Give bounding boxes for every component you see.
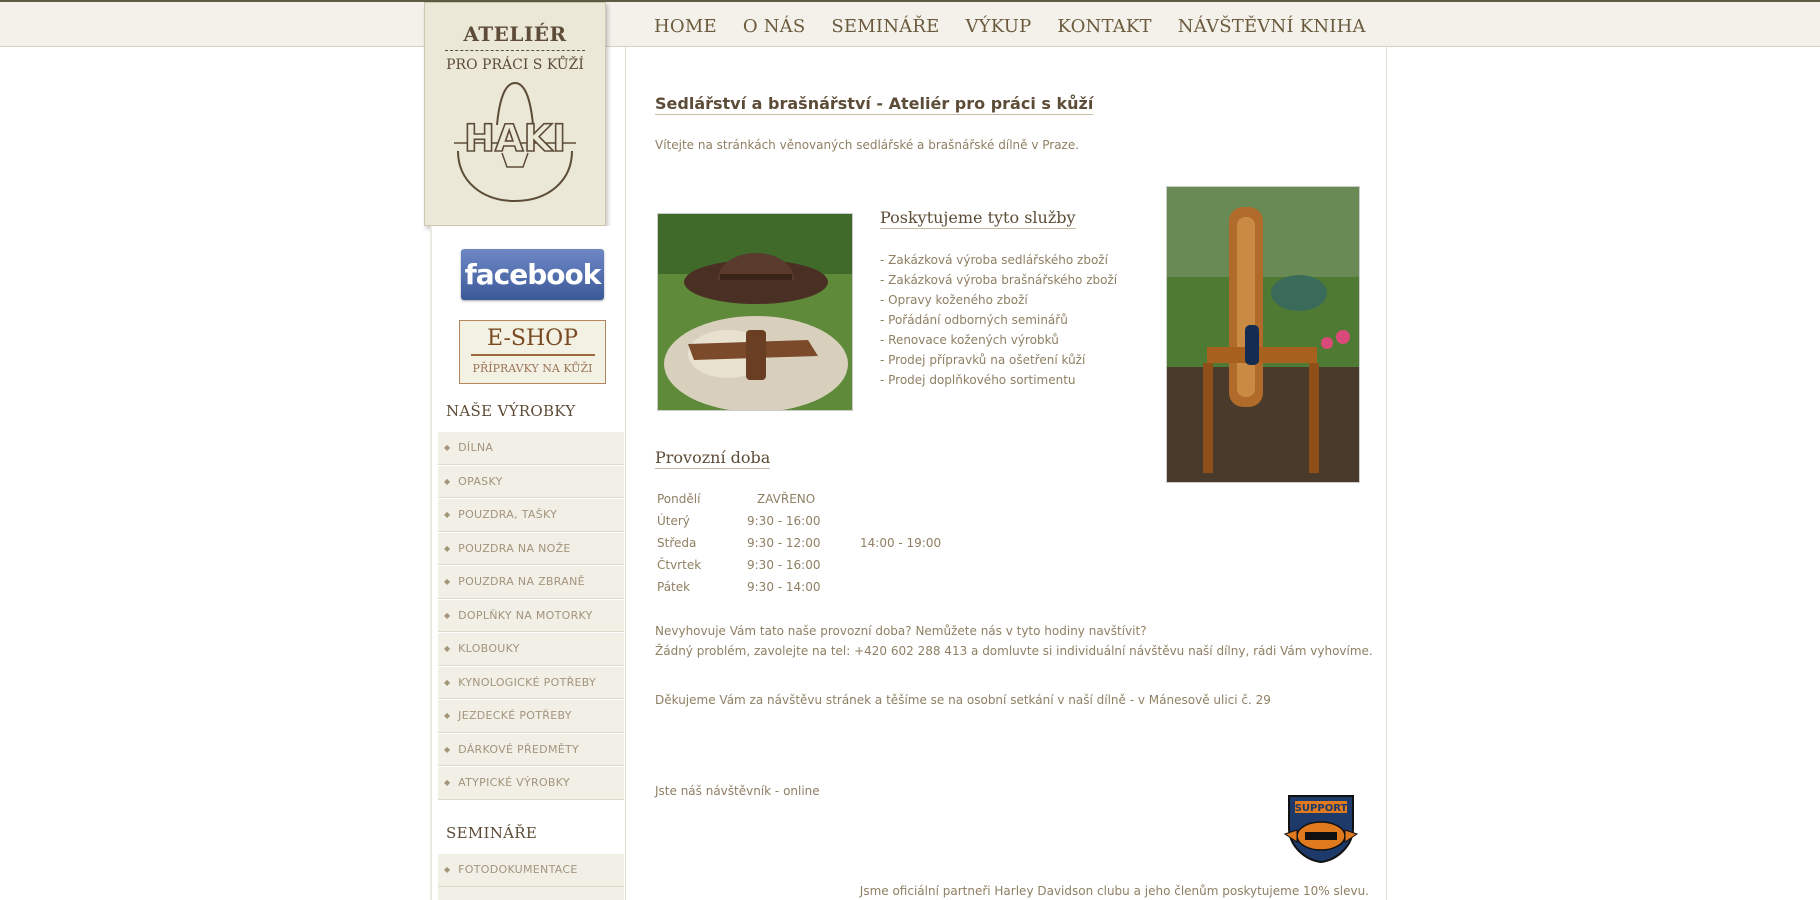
bullet-icon: ◆	[444, 644, 451, 654]
visitor-counter-text: Jste náš návštěvník - online	[655, 784, 820, 798]
intro-text: Vítejte na stránkách věnovaných sedlářsk…	[655, 138, 1080, 152]
service-item: - Opravy koženého zboží	[880, 293, 1028, 307]
nav-guestbook[interactable]: NÁVŠTĚVNÍ KNIHA	[1178, 16, 1366, 37]
bullet-icon: ◆	[444, 510, 451, 520]
menu-item-pouzdra-tasky[interactable]: ◆ POUZDRA, TAŠKY	[438, 498, 624, 532]
menu-item-klobouky[interactable]: ◆ KLOBOUKY	[438, 632, 624, 666]
hours-time: 9:30 - 16:00	[747, 558, 821, 572]
hours-day: Středa	[657, 536, 697, 550]
bullet-icon: ◆	[444, 543, 451, 553]
service-item: - Prodej doplňkového sortimentu	[880, 373, 1076, 387]
menu-item-darkove-predmety[interactable]: ◆ DÁRKOVÉ PŘEDMĚTY	[438, 732, 624, 766]
nav-seminars[interactable]: SEMINÁŘE	[831, 16, 939, 37]
haki-emblem-icon: HAKI	[454, 82, 576, 203]
svg-text:SUPPORT: SUPPORT	[1295, 803, 1348, 814]
service-item: - Renovace kožených výrobků	[880, 333, 1059, 347]
seminars-menu: ◆ FOTODOKUMENTACE	[438, 853, 624, 900]
hat-holster-image	[658, 214, 852, 410]
menu-item-pouzdra-na-zbrane[interactable]: ◆ POUZDRA NA ZBRANĚ	[438, 565, 624, 599]
harley-club-badge-icon: SUPPORT	[1283, 795, 1359, 864]
menu-item-fotodokumentace[interactable]: ◆ FOTODOKUMENTACE	[438, 853, 624, 887]
eshop-banner[interactable]: E-SHOP PŘÍPRAVKY NA KŮŽI	[459, 320, 606, 384]
menu-item-atypicke-vyrobky[interactable]: ◆ ATYPICKÉ VÝROBKY	[438, 766, 624, 800]
hours-time: 9:30 - 12:00	[747, 536, 821, 550]
top-navigation-bar: HOME O NÁS SEMINÁŘE VÝKUP KONTAKT NÁVŠTĚ…	[0, 0, 1820, 47]
bullet-icon: ◆	[444, 778, 451, 788]
nav-about[interactable]: O NÁS	[743, 16, 806, 37]
thanks-text: Děkujeme Vám za návštěvu stránek a těším…	[655, 693, 1271, 707]
bullet-icon: ◆	[444, 476, 451, 486]
contact-note-line1: Nevyhovuje Vám tato naše provozní doba? …	[655, 624, 1147, 638]
hours-day: Pondělí	[657, 492, 701, 506]
facebook-button[interactable]: facebook	[461, 249, 604, 300]
hours-time: ZAVŘENO	[757, 492, 816, 506]
bullet-icon: ◆	[444, 865, 451, 875]
eshop-title: E-SHOP	[487, 326, 578, 351]
eshop-subtitle: PŘÍPRAVKY NA KŮŽI	[472, 362, 593, 375]
logo-divider	[445, 50, 585, 51]
menu-item-jezdecke-potreby[interactable]: ◆ JEZDECKÉ POTŘEBY	[438, 699, 624, 733]
menu-item-doplnky-na-motorky[interactable]: ◆ DOPLŇKY NA MOTORKY	[438, 598, 624, 632]
svg-text:HAKI: HAKI	[464, 117, 566, 160]
facebook-label: facebook	[464, 258, 602, 291]
menu-item-opasky[interactable]: ◆ OPASKY	[438, 464, 624, 498]
services-list: - Zakázková výroba sedlářského zboží - Z…	[880, 250, 1117, 390]
nav-home[interactable]: HOME	[654, 16, 717, 37]
main-nav: HOME O NÁS SEMINÁŘE VÝKUP KONTAKT NÁVŠTĚ…	[654, 16, 1392, 37]
saddle-stand-image	[1167, 187, 1359, 482]
hours-day: Úterý	[657, 514, 690, 528]
contact-note-line2: Žádný problém, zavolejte na tel: +420 60…	[655, 644, 1373, 658]
bullet-icon: ◆	[444, 711, 451, 721]
seminars-heading: SEMINÁŘE	[446, 824, 538, 842]
site-logo[interactable]: ATELIÉR PRO PRÁCI S KŮŽÍ HAKI	[424, 2, 606, 226]
nav-contact[interactable]: KONTAKT	[1057, 16, 1151, 37]
products-heading: NAŠE VÝROBKY	[446, 402, 576, 420]
hours-day: Čtvrtek	[657, 558, 702, 572]
bullet-icon: ◆	[444, 677, 451, 687]
hours-time-afternoon: 14:00 - 19:00	[860, 536, 942, 550]
sidebar: facebook E-SHOP PŘÍPRAVKY NA KŮŽI NAŠE V…	[430, 226, 624, 900]
service-item: - Zakázková výroba brašnářského zboží	[880, 273, 1118, 287]
logo-title: ATELIÉR	[463, 22, 567, 46]
bullet-icon: ◆	[444, 443, 451, 453]
partner-text: Jsme oficiální partneři Harley Davidson …	[859, 884, 1369, 898]
saddle-stand-photo	[1166, 186, 1360, 483]
products-menu: ◆ DÍLNA ◆ OPASKY ◆ POUZDRA, TAŠKY ◆ POUZDRA …	[438, 431, 624, 800]
bullet-icon: ◆	[444, 744, 451, 754]
page-title: Sedlářství a brašnářství - Ateliér pro p…	[655, 94, 1094, 115]
hours-time: 9:30 - 14:00	[747, 580, 821, 594]
hours-day: Pátek	[657, 580, 691, 594]
hat-holster-photo	[657, 213, 853, 411]
menu-item-dilna[interactable]: ◆ DÍLNA	[438, 431, 624, 465]
service-item: - Zakázková výroba sedlářského zboží	[880, 253, 1108, 267]
bullet-icon: ◆	[444, 577, 451, 587]
menu-item-pouzdra-na-noze[interactable]: ◆ POUZDRA NA NOŽE	[438, 531, 624, 565]
nav-purchase[interactable]: VÝKUP	[965, 16, 1031, 37]
opening-hours-title: Provozní doba	[655, 448, 771, 469]
logo-subtitle: PRO PRÁCI S KŮŽÍ	[446, 57, 584, 73]
main-content: Sedlářství a brašnářství - Ateliér pro p…	[625, 47, 1387, 900]
bullet-icon: ◆	[444, 610, 451, 620]
eshop-divider	[470, 354, 595, 356]
services-title: Poskytujeme tyto služby	[880, 208, 1076, 229]
service-item: - Pořádání odborných seminářů	[880, 313, 1068, 327]
service-item: - Prodej přípravků na ošetření kůží	[880, 353, 1086, 367]
hours-time: 9:30 - 16:00	[747, 514, 821, 528]
menu-item-kynologicke-potreby[interactable]: ◆ KYNOLOGICKÉ POTŘEBY	[438, 665, 624, 699]
